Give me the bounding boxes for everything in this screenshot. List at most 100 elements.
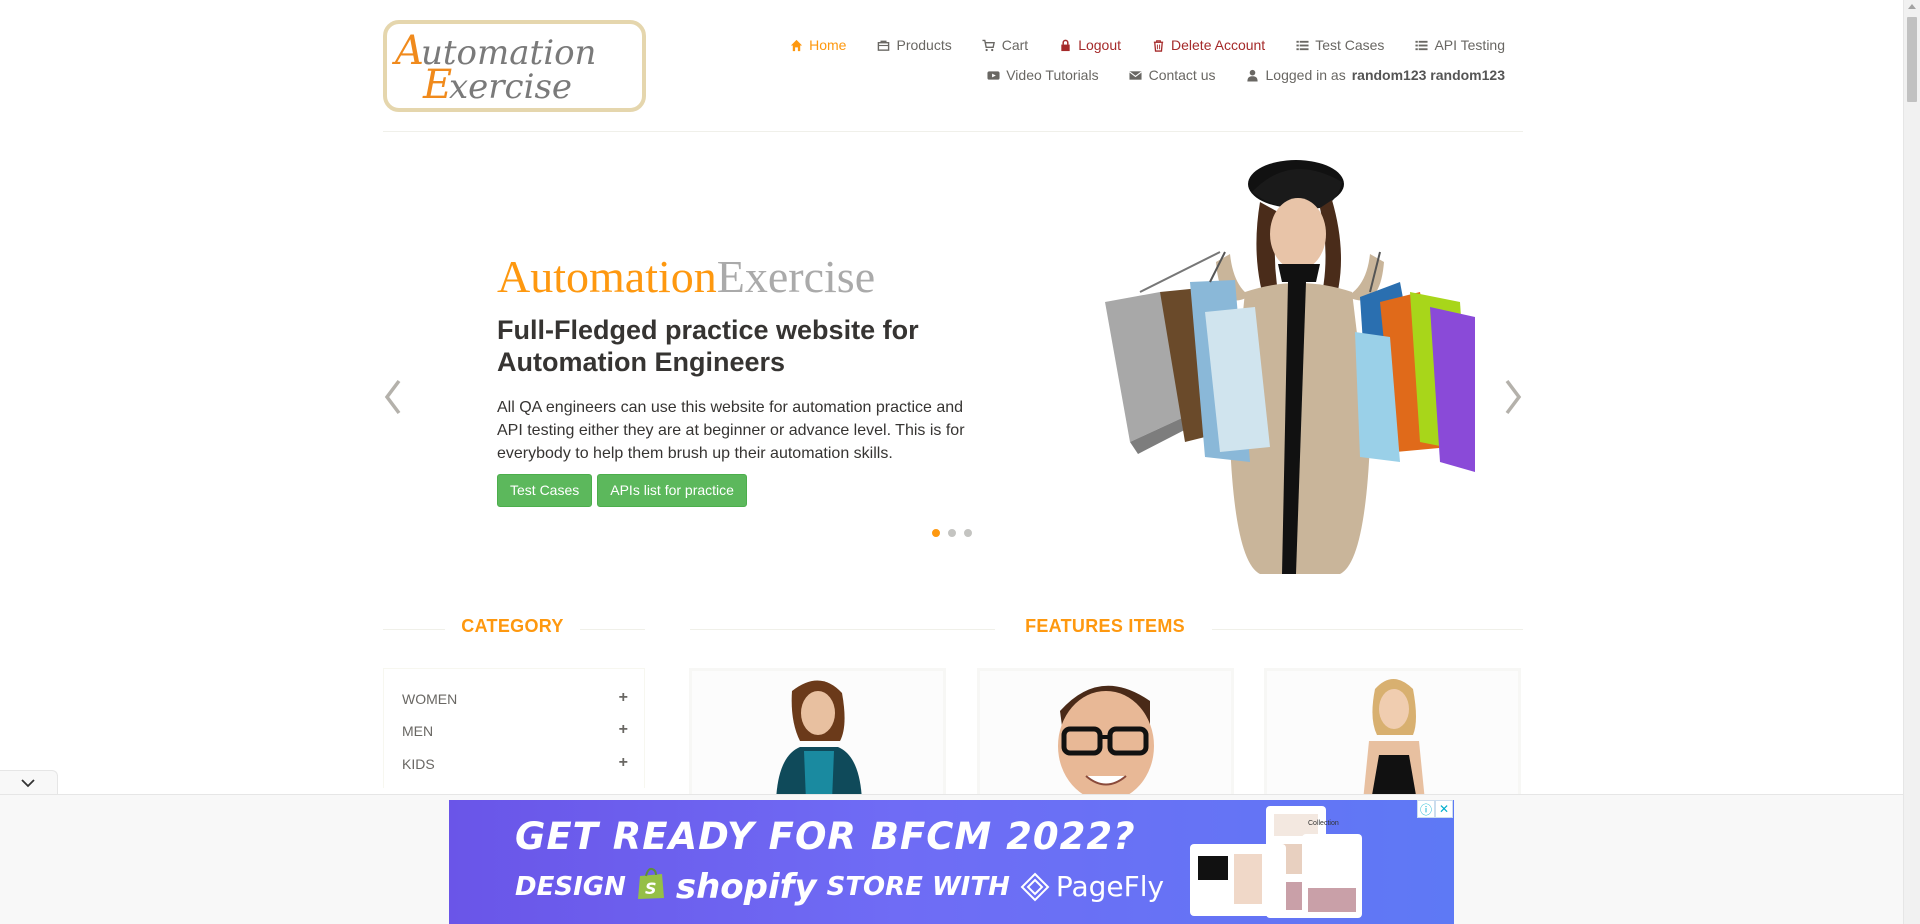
nav-logout[interactable]: Logout bbox=[1058, 37, 1121, 53]
hero-carousel: AutomationExercise Full-Fledged practice… bbox=[383, 132, 1523, 582]
chevron-down-icon bbox=[21, 779, 35, 788]
nav-logged-in-as: Logged in as random123 random123 bbox=[1246, 67, 1505, 83]
category-item-kids[interactable]: KIDS + bbox=[402, 755, 628, 773]
nav-home-label: Home bbox=[809, 37, 847, 53]
nav-logout-label: Logout bbox=[1078, 37, 1122, 53]
nav-cart[interactable]: Cart bbox=[982, 37, 1028, 53]
carousel-dot-2[interactable] bbox=[947, 528, 957, 538]
carousel-dot-3[interactable] bbox=[963, 528, 973, 538]
features-title-line-left bbox=[690, 629, 995, 630]
nav-products-label: Products bbox=[896, 37, 952, 53]
logged-in-username: random123 random123 bbox=[1351, 67, 1505, 83]
ad-subline-prefix: DESIGN bbox=[515, 871, 626, 902]
nav-api-testing-label: API Testing bbox=[1434, 37, 1505, 53]
category-title-line-right bbox=[580, 629, 645, 630]
logged-in-label: Logged in as bbox=[1265, 67, 1346, 83]
ad-headline: GET READY FOR BFCM 2022? bbox=[515, 815, 1136, 858]
scrollbar-thumb[interactable] bbox=[1907, 17, 1917, 102]
nav-contact-us-label: Contact us bbox=[1148, 67, 1216, 83]
category-item-women[interactable]: WOMEN + bbox=[402, 690, 628, 708]
svg-text:S: S bbox=[645, 879, 657, 898]
product-image-man-top bbox=[1058, 685, 1154, 795]
nav-contact-us[interactable]: Contact us bbox=[1129, 67, 1216, 83]
chevron-right-icon bbox=[1505, 379, 1522, 415]
nav-delete-account[interactable]: Delete Account bbox=[1151, 37, 1265, 53]
ad-collapse-toggle[interactable] bbox=[0, 770, 58, 795]
ad-pagefly-label: PageFly bbox=[1055, 870, 1165, 903]
plus-icon[interactable]: + bbox=[619, 755, 628, 772]
ad-pagefly-logo: PageFly bbox=[1020, 870, 1164, 903]
features-title-line-right bbox=[1212, 629, 1523, 630]
nav-cart-label: Cart bbox=[1001, 37, 1029, 53]
apis-list-button[interactable]: APIs list for practice bbox=[597, 474, 747, 507]
slide-description: All QA engineers can use this website fo… bbox=[497, 399, 965, 462]
cart-icon bbox=[982, 38, 996, 52]
nav-row-2: Video Tutorials Contact us Logged in as … bbox=[685, 60, 1505, 90]
ad-shopify-wordmark: shopify bbox=[675, 866, 817, 907]
home-icon bbox=[789, 38, 803, 52]
ad-store-mockup: Collection bbox=[1184, 804, 1364, 922]
product-image-woman-top bbox=[776, 680, 862, 795]
nav-test-cases[interactable]: Test Cases bbox=[1295, 37, 1384, 53]
category-item-label: WOMEN bbox=[402, 691, 458, 707]
site-header: A utomation E xercise Home Products Cart… bbox=[383, 0, 1523, 132]
test-cases-button[interactable]: Test Cases bbox=[497, 474, 593, 507]
svg-text:xercise: xercise bbox=[449, 67, 572, 107]
plus-icon[interactable]: + bbox=[619, 722, 628, 739]
category-item-label: MEN bbox=[402, 723, 434, 739]
product-card-2[interactable] bbox=[977, 668, 1234, 798]
nav-video-tutorials[interactable]: Video Tutorials bbox=[986, 67, 1099, 83]
ad-info-icon[interactable]: ⓘ bbox=[1417, 800, 1435, 818]
shopping-bag-icon bbox=[876, 38, 890, 52]
ad-controls: ⓘ ✕ bbox=[1417, 800, 1453, 818]
carousel-slide-text: AutomationExercise Full-Fledged practice… bbox=[497, 250, 987, 507]
carousel-dot-1[interactable] bbox=[931, 528, 941, 538]
ad-banner[interactable]: GET READY FOR BFCM 2022? DESIGN S shopif… bbox=[449, 800, 1454, 924]
page-scrollbar[interactable] bbox=[1903, 0, 1920, 924]
category-item-label: KIDS bbox=[402, 756, 435, 772]
user-icon bbox=[1246, 68, 1260, 82]
nav-home[interactable]: Home bbox=[789, 37, 846, 53]
category-title: CATEGORY bbox=[461, 616, 564, 636]
list-icon bbox=[1295, 38, 1309, 52]
ad-subline-suffix: STORE WITH bbox=[826, 871, 1010, 902]
ad-close-icon[interactable]: ✕ bbox=[1435, 800, 1453, 818]
nav-row-1: Home Products Cart Logout Delete Account… bbox=[685, 30, 1505, 60]
plus-icon[interactable]: + bbox=[619, 690, 628, 707]
product-card-3[interactable] bbox=[1264, 668, 1521, 798]
slide-heading: Full-Fledged practice website for Automa… bbox=[497, 315, 919, 377]
lock-icon bbox=[1058, 38, 1072, 52]
hero-illustration bbox=[1105, 160, 1475, 574]
nav-products[interactable]: Products bbox=[876, 37, 952, 53]
envelope-icon bbox=[1129, 68, 1143, 82]
category-item-men[interactable]: MEN + bbox=[402, 722, 628, 740]
pagefly-diamond-icon bbox=[1020, 872, 1050, 901]
slide-buttons: Test Cases APIs list for practice bbox=[497, 474, 987, 507]
brand-title-part1: Automation bbox=[497, 251, 717, 302]
brand-title-part2: Exercise bbox=[716, 251, 876, 302]
product-card-1[interactable] bbox=[689, 668, 946, 798]
chevron-left-icon bbox=[384, 379, 401, 415]
svg-text:E: E bbox=[422, 62, 452, 108]
svg-text:A: A bbox=[391, 28, 424, 74]
slide-brand-title: AutomationExercise bbox=[497, 250, 987, 304]
nav-delete-account-label: Delete Account bbox=[1171, 37, 1266, 53]
main-nav: Home Products Cart Logout Delete Account… bbox=[685, 30, 1505, 90]
category-panel: WOMEN + MEN + KIDS + bbox=[383, 668, 645, 788]
carousel-next-button[interactable] bbox=[1503, 377, 1523, 417]
scroll-up-arrow-icon[interactable] bbox=[1908, 4, 1916, 9]
nav-test-cases-label: Test Cases bbox=[1315, 37, 1385, 53]
shopify-bag-icon: S bbox=[636, 866, 666, 907]
carousel-indicators bbox=[931, 528, 973, 538]
carousel-prev-button[interactable] bbox=[383, 377, 403, 417]
youtube-icon bbox=[986, 68, 1000, 82]
list-icon bbox=[1414, 38, 1428, 52]
site-logo[interactable]: A utomation E xercise bbox=[383, 20, 646, 112]
product-image-woman-dress-top bbox=[1363, 679, 1425, 795]
nav-video-tutorials-label: Video Tutorials bbox=[1006, 67, 1099, 83]
logo-graphic: A utomation E xercise bbox=[391, 28, 596, 108]
nav-api-testing[interactable]: API Testing bbox=[1414, 37, 1505, 53]
hero-girl-shopping-image bbox=[1020, 142, 1510, 574]
features-title: FEATURES ITEMS bbox=[1025, 616, 1185, 636]
ad-mockup-caption: Collection bbox=[1308, 820, 1339, 827]
